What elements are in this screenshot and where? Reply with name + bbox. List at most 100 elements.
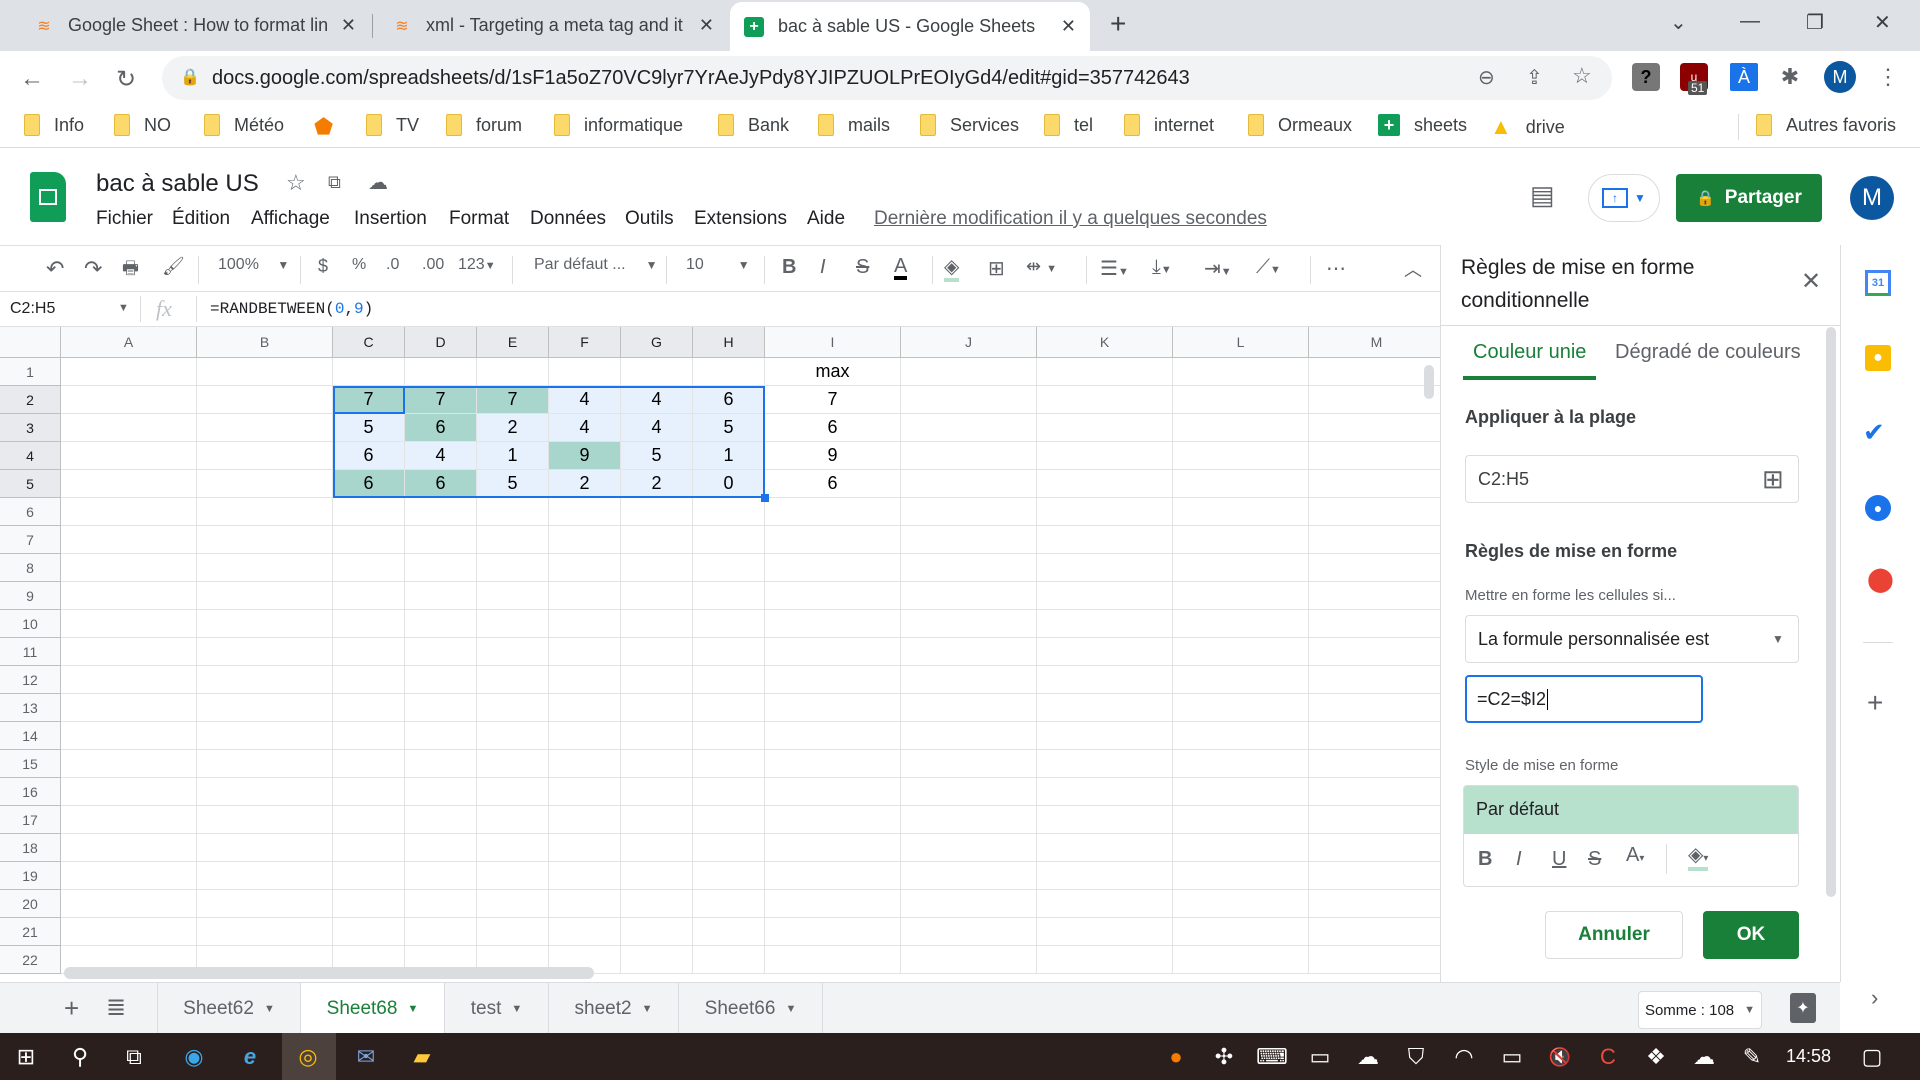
cell-E15[interactable] bbox=[477, 750, 549, 778]
cell-C7[interactable] bbox=[333, 526, 405, 554]
cell-B3[interactable] bbox=[197, 414, 333, 442]
cell-J7[interactable] bbox=[901, 526, 1037, 554]
close-tab-icon[interactable]: ✕ bbox=[341, 15, 356, 36]
cell-L16[interactable] bbox=[1173, 778, 1309, 806]
cell-B9[interactable] bbox=[197, 582, 333, 610]
cell-M17[interactable] bbox=[1309, 806, 1445, 834]
cell-M6[interactable] bbox=[1309, 498, 1445, 526]
cell-J11[interactable] bbox=[901, 638, 1037, 666]
cell-E10[interactable] bbox=[477, 610, 549, 638]
notifications-icon[interactable]: ▢ bbox=[1856, 1041, 1888, 1073]
cell-F6[interactable] bbox=[549, 498, 621, 526]
cell-J8[interactable] bbox=[901, 554, 1037, 582]
restore-icon[interactable]: ❐ bbox=[1806, 10, 1824, 35]
cell-F8[interactable] bbox=[549, 554, 621, 582]
cell-K5[interactable] bbox=[1037, 470, 1173, 498]
cell-J5[interactable] bbox=[901, 470, 1037, 498]
cell-B10[interactable] bbox=[197, 610, 333, 638]
text-color-icon[interactable]: A▾ bbox=[1626, 844, 1644, 867]
cell-L5[interactable] bbox=[1173, 470, 1309, 498]
cell-A4[interactable] bbox=[61, 442, 197, 470]
cell-L12[interactable] bbox=[1173, 666, 1309, 694]
font-size-select[interactable]: 10 ▼ bbox=[686, 256, 750, 274]
cell-B15[interactable] bbox=[197, 750, 333, 778]
menu-format[interactable]: Format bbox=[449, 208, 509, 230]
cell-F13[interactable] bbox=[549, 694, 621, 722]
cell-I9[interactable] bbox=[765, 582, 901, 610]
security-shield-icon[interactable]: ⛉ bbox=[1400, 1041, 1432, 1073]
tab-color-scale[interactable]: Dégradé de couleurs bbox=[1615, 341, 1801, 364]
cell-I22[interactable] bbox=[765, 946, 901, 974]
name-box[interactable]: C2:H5 bbox=[10, 300, 55, 318]
cell-A2[interactable] bbox=[61, 386, 197, 414]
cell-C17[interactable] bbox=[333, 806, 405, 834]
cell-B7[interactable] bbox=[197, 526, 333, 554]
bookmark-item[interactable]: tel bbox=[1044, 114, 1093, 136]
bookmark-item[interactable]: ⬟ bbox=[314, 114, 333, 140]
cell-A7[interactable] bbox=[61, 526, 197, 554]
contacts-icon[interactable]: ● bbox=[1865, 495, 1891, 521]
row-header-22[interactable]: 22 bbox=[0, 946, 61, 974]
cell-G10[interactable] bbox=[621, 610, 693, 638]
cell-M22[interactable] bbox=[1309, 946, 1445, 974]
cell-D15[interactable] bbox=[405, 750, 477, 778]
tray-app-icon[interactable]: ✣ bbox=[1208, 1041, 1240, 1073]
range-input[interactable]: C2:H5 ⊞ bbox=[1465, 455, 1799, 503]
ie-icon[interactable]: e bbox=[234, 1041, 266, 1073]
cell-F15[interactable] bbox=[549, 750, 621, 778]
column-header-I[interactable]: I bbox=[765, 327, 901, 358]
cell-F14[interactable] bbox=[549, 722, 621, 750]
cell-I16[interactable] bbox=[765, 778, 901, 806]
cell-L15[interactable] bbox=[1173, 750, 1309, 778]
cell-B13[interactable] bbox=[197, 694, 333, 722]
cell-G7[interactable] bbox=[621, 526, 693, 554]
percent-button[interactable]: % bbox=[352, 256, 366, 274]
row-header-21[interactable]: 21 bbox=[0, 918, 61, 946]
cell-L4[interactable] bbox=[1173, 442, 1309, 470]
cell-I17[interactable] bbox=[765, 806, 901, 834]
cell-F20[interactable] bbox=[549, 890, 621, 918]
cell-J3[interactable] bbox=[901, 414, 1037, 442]
cell-H20[interactable] bbox=[693, 890, 765, 918]
menu-donnees[interactable]: Données bbox=[530, 208, 606, 230]
row-header-9[interactable]: 9 bbox=[0, 582, 61, 610]
last-edit-link[interactable]: Dernière modification il y a quelques se… bbox=[874, 208, 1267, 230]
sum-indicator[interactable]: Somme : 108 ▼ bbox=[1638, 991, 1762, 1029]
cell-I18[interactable] bbox=[765, 834, 901, 862]
cell-A12[interactable] bbox=[61, 666, 197, 694]
cell-K11[interactable] bbox=[1037, 638, 1173, 666]
cell-G9[interactable] bbox=[621, 582, 693, 610]
cell-K14[interactable] bbox=[1037, 722, 1173, 750]
cell-A5[interactable] bbox=[61, 470, 197, 498]
cell-C14[interactable] bbox=[333, 722, 405, 750]
expand-side-panel-icon[interactable]: › bbox=[1871, 985, 1878, 1011]
cell-I10[interactable] bbox=[765, 610, 901, 638]
row-header-12[interactable]: 12 bbox=[0, 666, 61, 694]
menu-insertion[interactable]: Insertion bbox=[354, 208, 427, 230]
cell-A19[interactable] bbox=[61, 862, 197, 890]
cell-B6[interactable] bbox=[197, 498, 333, 526]
cell-I8[interactable] bbox=[765, 554, 901, 582]
column-header-E[interactable]: E bbox=[477, 327, 549, 358]
italic-icon[interactable]: I bbox=[820, 256, 826, 279]
add-sheet-icon[interactable]: + bbox=[64, 993, 79, 1024]
cancel-button[interactable]: Annuler bbox=[1545, 911, 1683, 959]
all-sheets-icon[interactable]: ≣ bbox=[106, 993, 126, 1022]
cell-K7[interactable] bbox=[1037, 526, 1173, 554]
cell-G12[interactable] bbox=[621, 666, 693, 694]
italic-icon[interactable]: I bbox=[1516, 848, 1522, 871]
cell-I19[interactable] bbox=[765, 862, 901, 890]
horizontal-scrollbar[interactable] bbox=[64, 967, 594, 979]
cell-E1[interactable] bbox=[477, 358, 549, 386]
bookmark-item[interactable]: Info bbox=[24, 114, 84, 136]
cell-L19[interactable] bbox=[1173, 862, 1309, 890]
cell-C21[interactable] bbox=[333, 918, 405, 946]
more-icon[interactable]: ⋯ bbox=[1326, 256, 1346, 281]
keyboard-icon[interactable]: ⌨ bbox=[1256, 1041, 1288, 1073]
cell-F4[interactable]: 9 bbox=[549, 442, 621, 470]
cell-H7[interactable] bbox=[693, 526, 765, 554]
vertical-align-icon[interactable]: ⤓▼ bbox=[1152, 256, 1172, 279]
cell-F21[interactable] bbox=[549, 918, 621, 946]
row-header-15[interactable]: 15 bbox=[0, 750, 61, 778]
cell-H10[interactable] bbox=[693, 610, 765, 638]
